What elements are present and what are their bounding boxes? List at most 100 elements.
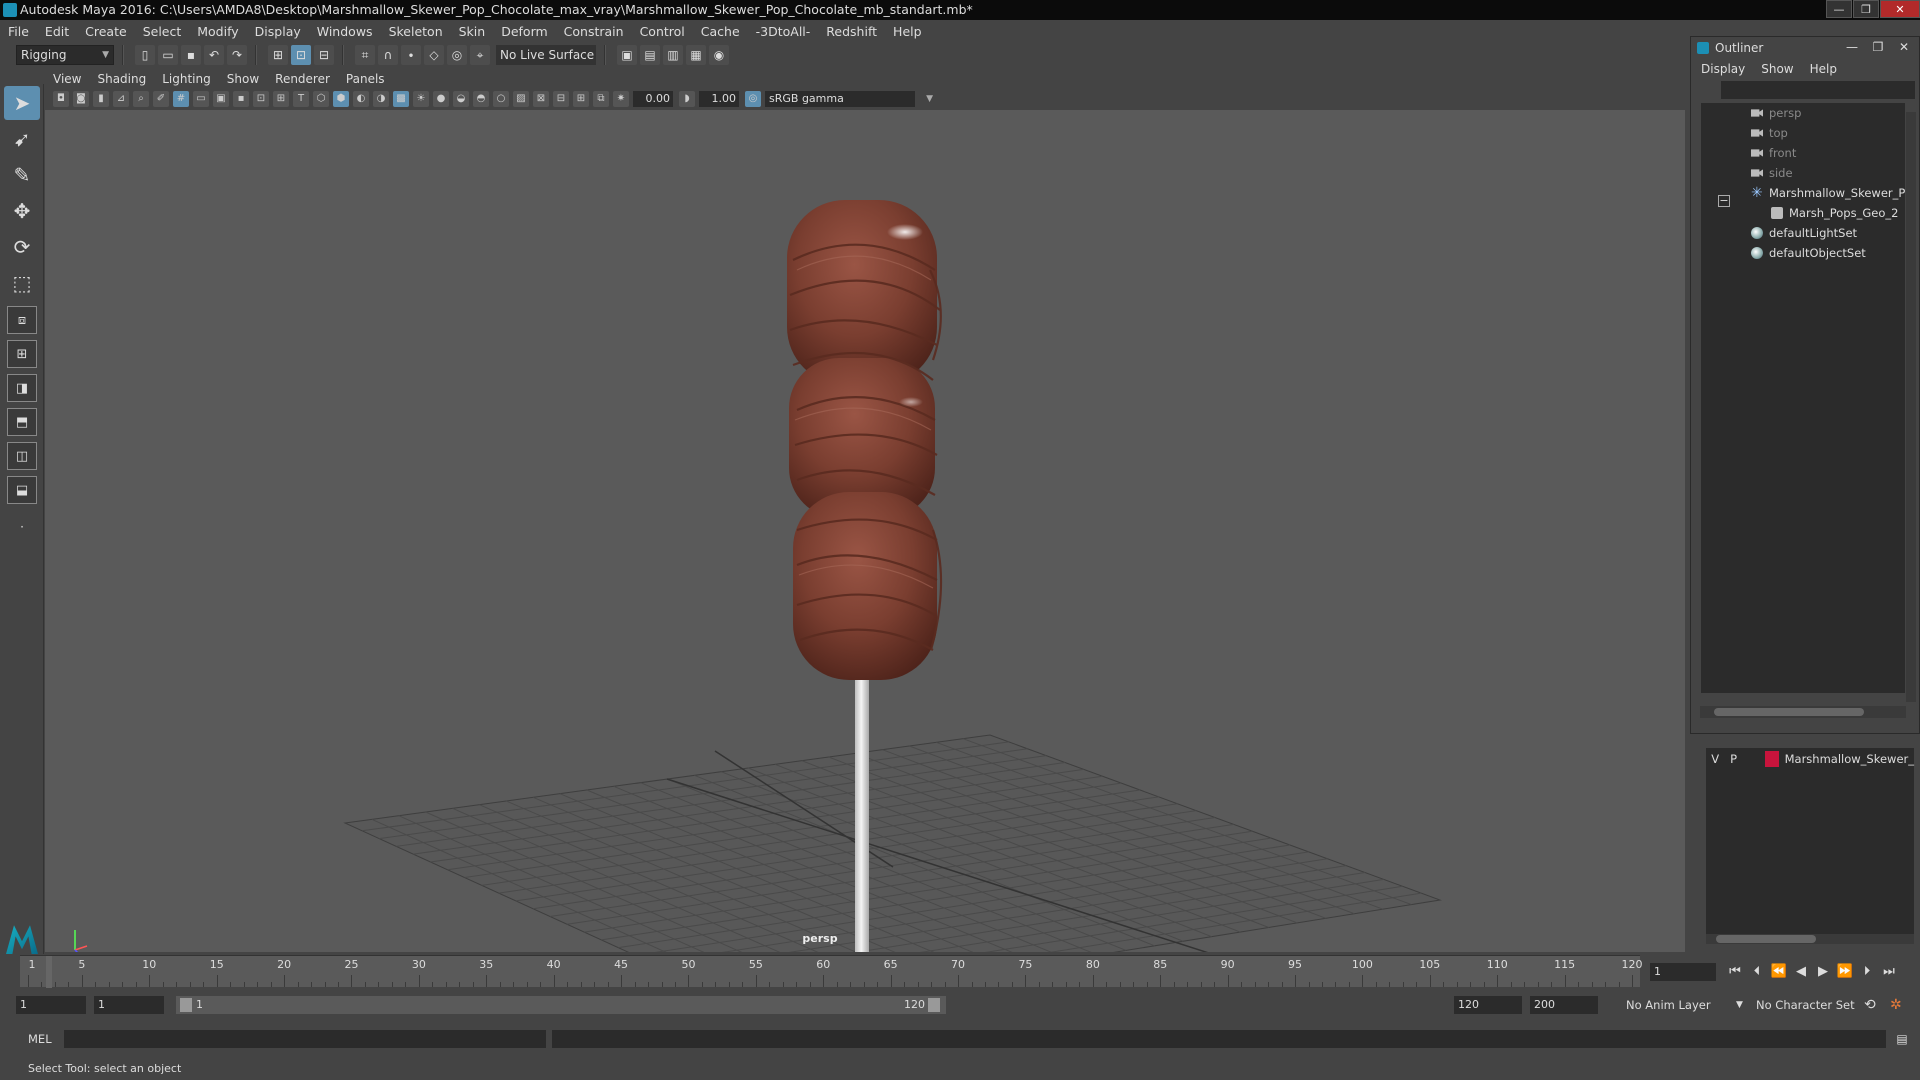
default-lighting-icon[interactable]: ◐: [353, 91, 369, 107]
gamma-field[interactable]: 1.00: [699, 91, 739, 107]
shadows-icon[interactable]: ◑: [373, 91, 389, 107]
menu-help[interactable]: Help: [893, 24, 922, 39]
menu-display[interactable]: Display: [255, 24, 301, 39]
outliner-item-default-light-set[interactable]: defaultLightSet: [1701, 223, 1905, 243]
close-button[interactable]: ✕: [1880, 0, 1920, 18]
grid-toggle-icon[interactable]: #: [173, 91, 189, 107]
outliner-item-front[interactable]: front: [1701, 143, 1905, 163]
grease-pencil-icon[interactable]: ✐: [153, 91, 169, 107]
menu-constrain[interactable]: Constrain: [564, 24, 624, 39]
panel-menu-lighting[interactable]: Lighting: [162, 72, 211, 86]
menu-skin[interactable]: Skin: [459, 24, 486, 39]
layer-playback-toggle[interactable]: P: [1724, 752, 1742, 766]
render-settings-icon[interactable]: ▣: [617, 45, 637, 65]
field-chart-icon[interactable]: ⊡: [253, 91, 269, 107]
persp-outliner-layout-icon[interactable]: ◨: [7, 374, 37, 402]
xray-icon[interactable]: ⊠: [533, 91, 549, 107]
2d-pan-zoom-icon[interactable]: ⌕: [133, 91, 149, 107]
select-tool-icon[interactable]: ➤: [4, 86, 40, 120]
image-plane-icon[interactable]: ⊿: [113, 91, 129, 107]
outliner-menu-show[interactable]: Show: [1761, 62, 1793, 76]
film-gate-icon[interactable]: ▭: [193, 91, 209, 107]
hypershade-layout-icon[interactable]: ◫: [7, 442, 37, 470]
layer-color-swatch[interactable]: [1765, 751, 1779, 767]
multisample-aa-icon[interactable]: ◓: [473, 91, 489, 107]
script-language-toggle[interactable]: MEL: [28, 1030, 52, 1048]
gate-mask-icon[interactable]: ▪: [233, 91, 249, 107]
go-to-start-icon[interactable]: ⏮: [1724, 962, 1746, 982]
scene-end-field[interactable]: 200: [1530, 996, 1598, 1014]
screen-space-ao-icon[interactable]: ●: [433, 91, 449, 107]
playback-start-field[interactable]: 1: [94, 996, 164, 1014]
open-scene-icon[interactable]: ▭: [158, 45, 178, 65]
menu-modify[interactable]: Modify: [197, 24, 238, 39]
scene-start-field[interactable]: 1: [16, 996, 86, 1014]
perspective-viewport[interactable]: View Shading Lighting Show Renderer Pane…: [45, 70, 1685, 952]
textured-icon[interactable]: ▩: [393, 91, 409, 107]
outliner-maximize-button[interactable]: ❐: [1865, 39, 1891, 55]
panel-menu-shading[interactable]: Shading: [97, 72, 146, 86]
scrollbar-thumb[interactable]: [1716, 935, 1816, 943]
go-to-end-icon[interactable]: ⏭: [1878, 962, 1900, 982]
snap-pivot-icon[interactable]: ⌖: [470, 45, 490, 65]
playback-end-field[interactable]: 120: [1454, 996, 1522, 1014]
save-scene-icon[interactable]: ▪: [181, 45, 201, 65]
current-time-indicator[interactable]: [46, 956, 52, 988]
menu-redshift[interactable]: Redshift: [826, 24, 877, 39]
scrollbar-thumb[interactable]: [1714, 708, 1864, 716]
outliner-item-top[interactable]: top: [1701, 123, 1905, 143]
undo-icon[interactable]: ↶: [204, 45, 224, 65]
layer-visibility-toggle[interactable]: V: [1706, 752, 1724, 766]
motion-blur-icon[interactable]: ◒: [453, 91, 469, 107]
outliner-vertical-scrollbar[interactable]: [1906, 112, 1916, 702]
snap-grid-icon[interactable]: ⌗: [355, 45, 375, 65]
wireframe-icon[interactable]: ⬡: [313, 91, 329, 107]
display-layer-row[interactable]: V P Marshmallow_Skewer_: [1706, 748, 1914, 770]
outliner-menu-help[interactable]: Help: [1810, 62, 1837, 76]
range-start-handle[interactable]: [180, 998, 192, 1012]
move-tool-icon[interactable]: ✥: [4, 194, 40, 228]
menu-select[interactable]: Select: [143, 24, 182, 39]
scale-tool-icon[interactable]: ⬚: [4, 266, 40, 300]
ipr-render-icon[interactable]: ▥: [663, 45, 683, 65]
snap-surface-icon[interactable]: ◎: [447, 45, 467, 65]
paint-select-tool-icon[interactable]: ✎: [4, 158, 40, 192]
outliner-filter-input[interactable]: [1721, 81, 1915, 99]
select-component-icon[interactable]: ⊟: [314, 45, 334, 65]
safe-action-icon[interactable]: ⊞: [273, 91, 289, 107]
isolate-select-icon[interactable]: ▨: [513, 91, 529, 107]
persp-uv-layout-icon[interactable]: ⬓: [7, 476, 37, 504]
use-all-lights-icon[interactable]: ☀: [413, 91, 429, 107]
outliner-minimize-button[interactable]: —: [1839, 39, 1865, 55]
maximize-button[interactable]: ❐: [1853, 0, 1879, 18]
hypershade-icon[interactable]: ◉: [709, 45, 729, 65]
snap-point-icon[interactable]: ∙: [401, 45, 421, 65]
more-layouts-icon[interactable]: ·: [4, 510, 40, 544]
outliner-item-default-object-set[interactable]: defaultObjectSet: [1701, 243, 1905, 263]
menu-set-dropdown[interactable]: Rigging: [16, 45, 114, 65]
current-frame-field[interactable]: 1: [1650, 963, 1716, 981]
anim-layer-dropdown[interactable]: No Anim Layer: [1626, 996, 1711, 1014]
menu-cache[interactable]: Cache: [701, 24, 740, 39]
step-back-key-icon[interactable]: ⏪: [1768, 962, 1790, 982]
step-forward-frame-icon[interactable]: ⏵: [1856, 962, 1878, 982]
script-editor-icon[interactable]: ▤: [1892, 1030, 1912, 1048]
time-slider[interactable]: 1 5 10 15 20 25 30 35 40 45 50 55 60 65 70 75 80 85 90 95 10…: [20, 955, 1643, 988]
live-surface-field[interactable]: No Live Surface: [496, 45, 596, 65]
range-end-handle[interactable]: [928, 998, 940, 1012]
select-camera-icon[interactable]: ◘: [53, 91, 69, 107]
outliner-horizontal-scrollbar[interactable]: [1700, 706, 1906, 718]
resolution-gate-icon[interactable]: ▣: [213, 91, 229, 107]
bookmark-icon[interactable]: ▮: [93, 91, 109, 107]
minimize-button[interactable]: —: [1826, 0, 1852, 18]
color-management-icon[interactable]: ◎: [745, 91, 761, 107]
persp-graph-layout-icon[interactable]: ⬒: [7, 408, 37, 436]
menu-edit[interactable]: Edit: [45, 24, 69, 39]
menu-skeleton[interactable]: Skeleton: [389, 24, 443, 39]
camera-attributes-icon[interactable]: ◙: [73, 91, 89, 107]
lasso-tool-icon[interactable]: ➹: [4, 122, 40, 156]
backface-culling-icon[interactable]: ⧉: [593, 91, 609, 107]
command-input[interactable]: [64, 1030, 546, 1048]
auto-key-icon[interactable]: ⟲: [1864, 996, 1876, 1014]
outliner-close-button[interactable]: ✕: [1891, 39, 1917, 55]
